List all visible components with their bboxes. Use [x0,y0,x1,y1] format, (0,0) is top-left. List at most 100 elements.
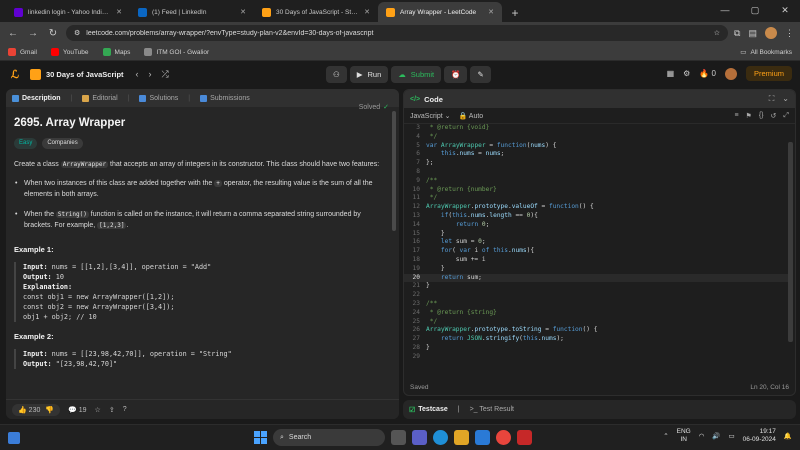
forward-button[interactable]: → [26,28,40,39]
bookmark-item[interactable]: ITM GOI - Gwalior [144,48,209,56]
site-info-icon[interactable]: ⚙ [74,29,80,37]
code-line[interactable]: 12 ArrayWrapper.prototype.valueOf = funct… [404,203,788,212]
code-line[interactable]: 18 sum += i [404,256,788,265]
thumbs-down-icon[interactable]: 👎 [45,406,54,414]
code-line[interactable]: 27 return JSON.stringify(this.nums); [404,335,788,344]
extensions-icon[interactable]: ⧉ [734,28,740,39]
back-button[interactable]: ← [6,28,20,39]
autocomplete-toggle[interactable]: 🔒 Auto [459,112,484,120]
volume-icon[interactable]: 🔊 [712,432,720,440]
url-text[interactable]: leetcode.com/problems/array-wrapper/?env… [86,30,707,37]
mcafee-icon[interactable] [517,430,532,445]
bookmark-item[interactable]: YouTube [50,48,89,56]
browser-tab[interactable]: 30 Days of JavaScript - Study P ✕ [254,2,378,22]
browser-tab[interactable]: linkedin login - Yahoo India Se ✕ [6,2,130,22]
edge-icon[interactable] [433,430,448,445]
maximize-button[interactable]: ▢ [740,0,770,20]
description-scrollbar[interactable] [392,111,396,231]
close-tab-icon[interactable]: ✕ [116,8,122,16]
code-line[interactable]: 28} [404,344,788,353]
bookmark-item[interactable]: Maps [102,48,130,56]
code-line[interactable]: 8 [404,168,788,177]
reload-button[interactable]: ↻ [46,28,60,39]
share-icon[interactable]: ⇪ [109,406,115,414]
bookmark-icon[interactable]: ⚑ [746,112,752,120]
code-line[interactable]: 5 var ArrayWrapper = function(nums) { [404,142,788,151]
bookmark-item[interactable]: Gmail [8,48,37,56]
language-select[interactable]: JavaScript ⌄ [410,112,451,120]
debug-button[interactable]: ⚇ [326,66,347,83]
editor-scrollbar[interactable] [788,142,793,342]
companies-chip[interactable]: Companies [42,138,83,149]
store-icon[interactable] [475,430,490,445]
taskbar-search[interactable]: ⌕ Search [273,429,385,446]
code-line[interactable]: 4 */ [404,133,788,142]
omnibox[interactable]: ⚙ leetcode.com/problems/array-wrapper/?e… [66,25,729,41]
tab-submissions[interactable]: Submissions [200,94,250,102]
code-line[interactable]: 11 */ [404,194,788,203]
tab-testcase[interactable]: ☑ Testcase [409,406,448,414]
study-plan-title[interactable]: 30 Days of JavaScript [30,69,124,80]
notes-button[interactable]: ✎ [470,66,491,83]
close-tab-icon[interactable]: ✕ [488,8,494,16]
code-line[interactable]: 22 [404,291,788,300]
notification-bell-icon[interactable]: 🔔 [784,432,792,440]
file-explorer-icon[interactable] [454,430,469,445]
code-line[interactable]: 17 for( var i of this.nums){ [404,247,788,256]
teams-icon[interactable] [412,430,427,445]
browser-tab[interactable]: Array Wrapper - LeetCode ✕ [378,2,502,22]
code-line[interactable]: 23 /** [404,300,788,309]
all-bookmarks[interactable]: ▭ All Bookmarks [740,48,792,57]
settings-icon[interactable]: ⚙ [683,69,690,78]
fullscreen-icon[interactable]: ⛶ [769,94,775,104]
help-icon[interactable]: ? [123,406,127,413]
browser-tab[interactable]: (1) Feed | LinkedIn ✕ [130,2,254,22]
close-tab-icon[interactable]: ✕ [240,8,246,16]
prev-problem-icon[interactable]: ‹ [136,69,139,80]
start-menu-icon[interactable] [254,431,267,444]
code-line[interactable]: 14 return 0; [404,221,788,230]
close-tab-icon[interactable]: ✕ [364,8,370,16]
layout-grid-icon[interactable]: ▦ [667,69,675,78]
new-tab-button[interactable]: + [506,4,524,22]
tray-chevron-icon[interactable]: ⌃ [663,432,668,440]
submit-button[interactable]: ☁ Submit [391,66,442,83]
tab-solutions[interactable]: Solutions [139,94,178,102]
collapse-icon[interactable]: ⌄ [782,94,789,104]
code-line[interactable]: 20 return sum; [404,273,788,283]
leetcode-logo-icon[interactable]: ℒ [8,68,22,82]
code-line[interactable]: 15 } [404,230,788,239]
code-line[interactable]: 6 this.nums = nums; [404,150,788,159]
code-line[interactable]: 16 let sum = 0; [404,238,788,247]
user-avatar[interactable] [724,67,737,80]
menu-icon[interactable]: ⋮ [785,28,794,39]
braces-icon[interactable]: {} [759,112,764,120]
streak-counter[interactable]: 🔥 0 [699,69,716,78]
code-line[interactable]: 7}; [404,159,788,168]
code-line[interactable]: 9 /** [404,177,788,186]
widgets-icon[interactable] [8,432,20,444]
clock[interactable]: 19:17 06-09-2024 [743,428,776,444]
language-indicator[interactable]: ENG IN [677,428,691,444]
code-line[interactable]: 26 ArrayWrapper.prototype.toString = func… [404,326,788,335]
like-button[interactable]: 👍 230 [18,406,40,414]
favorite-star-icon[interactable]: ☆ [95,406,101,414]
close-window-button[interactable]: ✕ [770,0,800,20]
minimize-button[interactable]: — [710,0,740,20]
code-line[interactable]: 13 if(this.nums.length == 0){ [404,212,788,221]
chrome-icon[interactable] [496,430,511,445]
profile-avatar[interactable] [765,27,777,39]
next-problem-icon[interactable]: › [149,69,152,80]
code-editor[interactable]: 3 * @return {void} 4 */5 var ArrayWrapper … [404,124,788,380]
bookmark-star-icon[interactable]: ☆ [714,29,720,37]
wifi-icon[interactable]: ◠ [699,432,705,440]
code-line[interactable]: 3 * @return {void} [404,124,788,133]
side-panel-icon[interactable]: ▤ [748,28,757,39]
code-line[interactable]: 10 * @return {number} [404,186,788,195]
task-view-icon[interactable] [391,430,406,445]
comments-button[interactable]: 💬 19 [68,406,86,414]
code-line[interactable]: 24 * @return {string} [404,309,788,318]
tab-test-result[interactable]: >_ Test Result [470,406,514,413]
expand-icon[interactable]: ⤢ [783,112,789,120]
run-button[interactable]: ▶ Run [349,66,389,83]
